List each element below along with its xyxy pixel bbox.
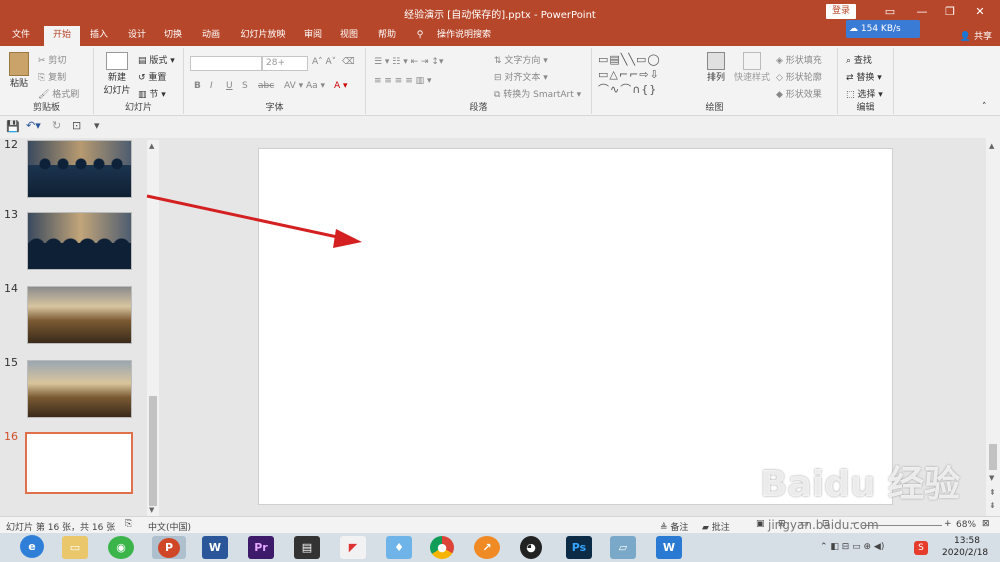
notes-app-icon[interactable]: ▱ <box>610 536 636 559</box>
photoshop-icon[interactable]: Ps <box>566 536 592 559</box>
wps-icon[interactable]: W <box>656 536 682 559</box>
comments-label: 批注 <box>711 523 730 533</box>
browser-360-icon[interactable]: e <box>20 535 44 558</box>
next-slide-icon[interactable]: ⇞ <box>989 488 996 497</box>
fit-slide-icon[interactable]: ⊠ <box>982 519 990 529</box>
comments-button[interactable]: ▰ 批注 <box>702 520 730 533</box>
notes-label: 备注 <box>670 523 689 533</box>
last-slide-icon[interactable]: ⇟ <box>989 501 996 510</box>
chrome-icon[interactable]: ● <box>430 536 454 559</box>
thunder-icon[interactable]: ↗ <box>474 536 500 559</box>
paint-app-icon[interactable]: ◤ <box>340 536 366 559</box>
tray-icons[interactable]: ⌃ ◧ ⊟ ▭ ⊕ ◀) <box>820 542 884 552</box>
scroll-up-icon[interactable]: ▲ <box>989 142 994 150</box>
slide-scrollbar[interactable]: ▲ ▼ ⇞ ⇟ <box>986 138 1000 516</box>
chat-app-icon[interactable]: ♦ <box>386 536 412 559</box>
sogou-input-icon[interactable]: S <box>914 541 928 555</box>
powerpoint-window: 经验演示 [自动保存的].pptx - PowerPoint 登录 ▭ — ❐ … <box>0 0 1000 562</box>
baidu-watermark: Baidu 经验 <box>760 464 961 505</box>
spellcheck-icon[interactable]: ⎘ <box>125 519 132 529</box>
zoom-level[interactable]: 68% <box>956 520 976 530</box>
windows-taskbar: e ▭ ◉ P W Pr ▤ ◤ ♦ ● ↗ ◕ Ps ▱ W ⌃ ◧ ⊟ ▭ … <box>0 533 1000 562</box>
arrow-shaft <box>146 194 343 240</box>
file-explorer-icon[interactable]: ▭ <box>62 536 88 559</box>
notes-button[interactable]: ≜ 备注 <box>660 520 688 533</box>
word-icon[interactable]: W <box>202 536 228 559</box>
slide-counter: 幻灯片 第 16 张，共 16 张 <box>6 523 116 533</box>
watermark-url: jingyan.baidu.com <box>768 518 879 532</box>
premiere-icon[interactable]: Pr <box>248 536 274 559</box>
prev-slide-icon[interactable]: ▼ <box>989 474 994 482</box>
powerpoint-taskbar-icon[interactable]: P <box>152 536 186 559</box>
normal-view-icon[interactable]: ▣ <box>756 519 765 529</box>
clock-time: 13:58 <box>954 536 980 546</box>
video-editor-icon[interactable]: ▤ <box>294 536 320 559</box>
clock-date: 2020/2/18 <box>942 548 989 558</box>
arrow-head <box>333 229 362 248</box>
qq-icon[interactable]: ◕ <box>520 536 542 559</box>
wechat-icon[interactable]: ◉ <box>108 536 134 559</box>
zoom-in-icon[interactable]: + <box>944 519 952 529</box>
language-indicator[interactable]: 中文(中国) <box>148 520 191 533</box>
scroll-thumb[interactable] <box>989 444 997 470</box>
